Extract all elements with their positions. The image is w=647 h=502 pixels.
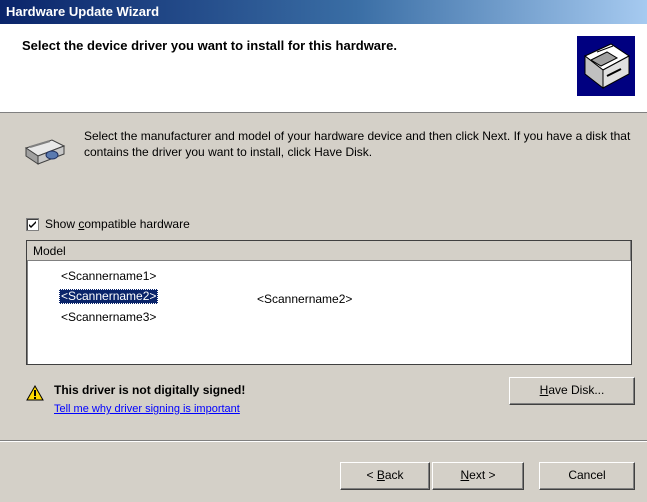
- header-title: Select the device driver you want to ins…: [22, 38, 397, 53]
- model-listbox[interactable]: Model <Scannername1> <Scannername2> <Sca…: [26, 240, 632, 365]
- selected-model-tooltip: <Scannername2>: [257, 292, 353, 306]
- list-item[interactable]: <Scannername3>: [59, 310, 158, 325]
- driver-signing-link[interactable]: Tell me why driver signing is important: [54, 403, 240, 415]
- show-compatible-hardware-checkbox[interactable]: Show compatible hardware: [26, 217, 190, 231]
- hardware-wizard-icon: [577, 36, 635, 96]
- wizard-header: Select the device driver you want to ins…: [0, 24, 647, 113]
- window-title: Hardware Update Wizard: [6, 4, 160, 19]
- scanner-icon: [22, 134, 66, 168]
- list-item[interactable]: <Scannername1>: [59, 269, 158, 284]
- checkmark-icon: [29, 220, 36, 228]
- model-column-header[interactable]: Model: [27, 241, 631, 261]
- cancel-button[interactable]: Cancel: [539, 462, 635, 490]
- have-disk-button[interactable]: Have Disk...: [509, 377, 635, 405]
- footer-separator: [0, 440, 647, 442]
- checkbox-box[interactable]: [26, 217, 39, 231]
- unsigned-driver-warning: This driver is not digitally signed!: [54, 383, 246, 397]
- back-button[interactable]: < Back: [340, 462, 430, 490]
- instructions-text: Select the manufacturer and model of you…: [84, 129, 631, 159]
- checkbox-label: Show compatible hardware: [45, 217, 190, 231]
- warning-icon: [26, 384, 44, 401]
- next-button[interactable]: Next >: [432, 462, 524, 490]
- list-item-selected[interactable]: <Scannername2>: [59, 289, 159, 304]
- window-title-bar[interactable]: Hardware Update Wizard: [0, 0, 647, 24]
